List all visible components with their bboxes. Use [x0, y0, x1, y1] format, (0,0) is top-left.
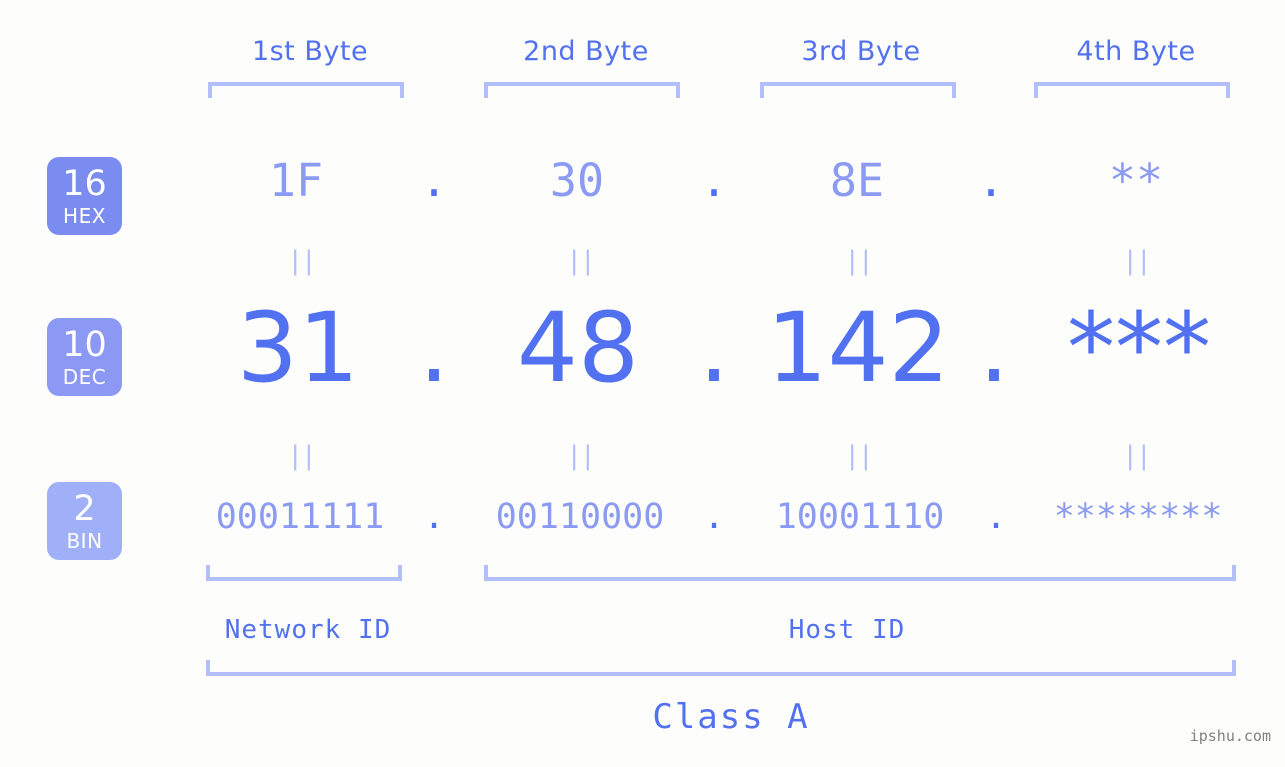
equals-connector-dec-bin-1: || [287, 441, 316, 471]
byte-bracket-1 [208, 82, 404, 98]
byte-bracket-4 [1034, 82, 1230, 98]
base-badge-hex-number: 16 [62, 163, 107, 204]
bin-octet-2: 00110000 [495, 497, 665, 537]
dec-separator-1: . [418, 292, 450, 404]
site-watermark: ipshu.com [1189, 727, 1271, 745]
network-id-label: Network ID [224, 615, 392, 645]
bin-octet-4: ******** [1053, 497, 1223, 537]
dec-octet-1: 31 [236, 292, 360, 404]
dec-octet-2: 48 [516, 292, 640, 404]
dec-octet-3: 142 [766, 292, 950, 404]
hex-separator-2: . [700, 154, 728, 207]
base-badge-bin-abbr: BIN [66, 528, 103, 553]
equals-connector-hex-dec-2: || [566, 246, 595, 276]
dec-separator-3: . [978, 292, 1010, 404]
ip-address-breakdown-diagram: 1st Byte 2nd Byte 3rd Byte 4th Byte 16 H… [0, 0, 1285, 767]
bin-octet-3: 10001110 [775, 497, 945, 537]
class-bracket [206, 660, 1236, 676]
byte-header-1: 1st Byte [251, 36, 369, 67]
hex-octet-3: 8E [829, 154, 885, 207]
bin-separator-2: . [703, 497, 725, 537]
bin-octet-1: 00011111 [215, 497, 385, 537]
network-id-bracket [206, 565, 402, 581]
byte-header-3: 3rd Byte [801, 36, 921, 67]
base-badge-hex-abbr: HEX [63, 203, 106, 228]
hex-separator-1: . [420, 154, 448, 207]
byte-header-4: 4th Byte [1076, 36, 1196, 67]
base-badge-dec: 10 DEC [47, 318, 122, 396]
hex-separator-3: . [977, 154, 1005, 207]
byte-header-2: 2nd Byte [523, 36, 649, 67]
hex-octet-2: 30 [549, 154, 605, 207]
hex-octet-4: ** [1108, 154, 1164, 207]
base-badge-dec-number: 10 [62, 324, 107, 365]
bin-separator-1: . [423, 497, 445, 537]
base-badge-hex: 16 HEX [47, 157, 122, 235]
equals-connector-hex-dec-4: || [1122, 246, 1151, 276]
host-id-bracket [484, 565, 1236, 581]
base-badge-bin-number: 2 [73, 488, 96, 529]
dec-separator-2: . [698, 292, 730, 404]
equals-connector-dec-bin-3: || [844, 441, 873, 471]
hex-octet-1: 1F [268, 154, 324, 207]
byte-bracket-3 [760, 82, 956, 98]
equals-connector-dec-bin-4: || [1122, 441, 1151, 471]
equals-connector-dec-bin-2: || [566, 441, 595, 471]
host-id-label: Host ID [788, 615, 906, 645]
class-label: Class A [652, 697, 810, 737]
equals-connector-hex-dec-3: || [844, 246, 873, 276]
base-badge-dec-abbr: DEC [62, 364, 107, 389]
equals-connector-hex-dec-1: || [287, 246, 316, 276]
dec-octet-4: *** [1067, 292, 1211, 404]
bin-separator-3: . [985, 497, 1007, 537]
base-badge-bin: 2 BIN [47, 482, 122, 560]
byte-bracket-2 [484, 82, 680, 98]
